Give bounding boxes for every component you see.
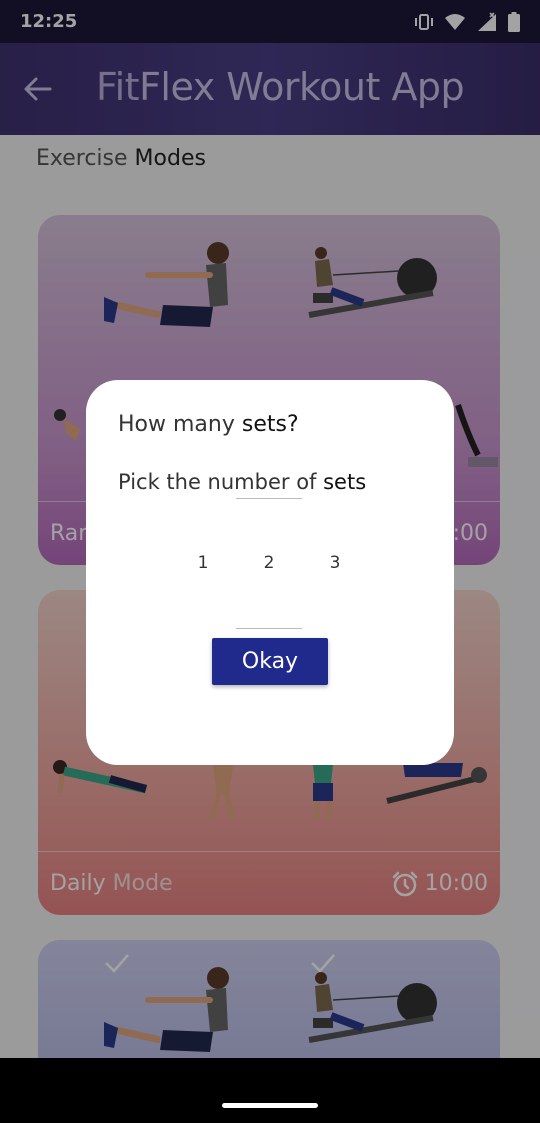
- navigation-bar: [0, 1058, 540, 1123]
- dialog-title-part2: sets?: [241, 412, 299, 437]
- picker-divider-bottom: [236, 628, 302, 629]
- dialog-subtitle-part2: sets: [323, 470, 367, 494]
- picker-option-1[interactable]: 1: [193, 553, 213, 573]
- sets-dialog: How many sets? Pick the number of sets 1…: [86, 380, 454, 765]
- dialog-subtitle: Pick the number of sets: [118, 470, 366, 494]
- picker-option-2[interactable]: 2: [259, 553, 279, 573]
- home-gesture-handle[interactable]: [222, 1103, 318, 1108]
- dialog-subtitle-part1: Pick the number of: [118, 470, 324, 494]
- picker-divider-top: [236, 498, 302, 499]
- okay-button[interactable]: Okay: [212, 638, 328, 685]
- dialog-title-part1: How many: [118, 412, 242, 437]
- dialog-title: How many sets?: [118, 412, 299, 437]
- picker-option-3[interactable]: 3: [325, 553, 345, 573]
